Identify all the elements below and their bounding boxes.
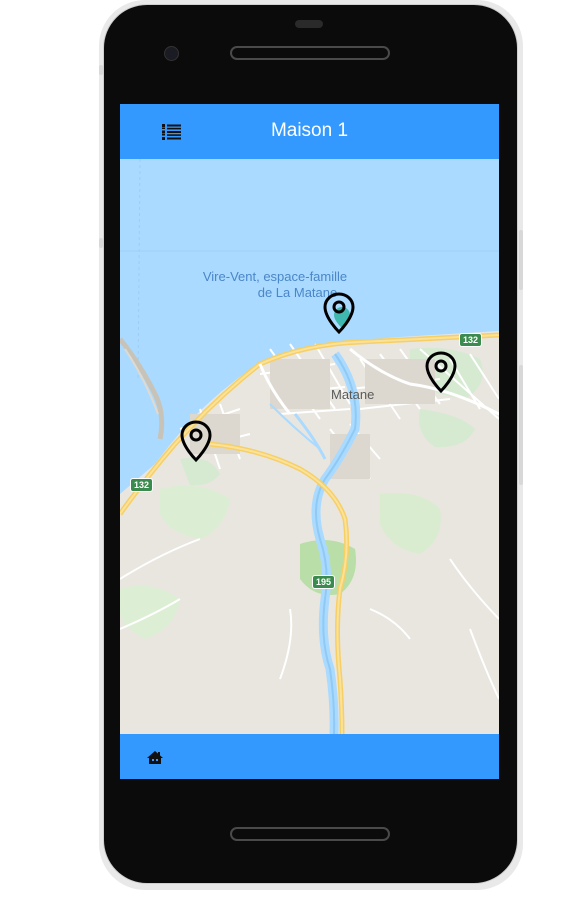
volume-button (519, 365, 523, 485)
front-camera (164, 46, 179, 61)
power-button (519, 230, 523, 290)
top-speaker (230, 46, 390, 60)
map-canvas (120, 158, 499, 735)
page-title: Maison 1 (270, 120, 349, 141)
home-button[interactable] (146, 750, 164, 765)
side-button (99, 65, 103, 75)
app-screen: Maison 1 Vire-Vent, espace-famille de La… (120, 104, 499, 779)
bottom-speaker (230, 827, 390, 841)
map-marker[interactable] (321, 291, 357, 335)
poi-label: Vire-Vent, espace-famille (202, 269, 348, 284)
map-marker[interactable] (178, 419, 214, 463)
map-marker[interactable] (423, 350, 459, 394)
route-shield: 132 (130, 478, 154, 492)
map-marker-icon (323, 292, 355, 335)
bottom-bar (120, 734, 499, 779)
side-button (99, 238, 103, 248)
city-label: Matane (331, 387, 375, 402)
route-shield: 195 (312, 575, 336, 589)
map-marker-icon (425, 351, 457, 394)
top-slot (295, 20, 323, 28)
map-marker-icon (180, 420, 212, 463)
map-view[interactable]: Vire-Vent, espace-famille de La Matane M… (120, 158, 499, 735)
route-shield: 132 (459, 333, 483, 347)
home-icon (147, 751, 163, 764)
app-bar: Maison 1 (120, 104, 499, 159)
